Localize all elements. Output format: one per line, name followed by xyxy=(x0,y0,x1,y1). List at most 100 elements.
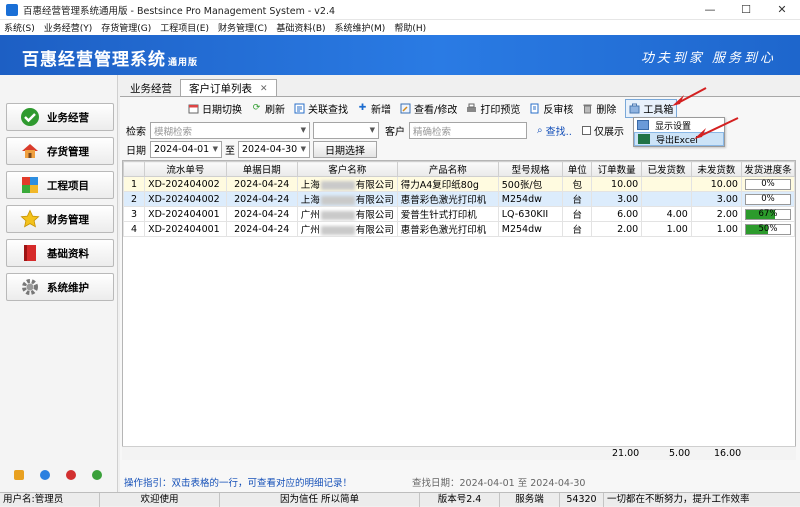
toolbox-label: 工具箱 xyxy=(643,104,674,116)
power-icon[interactable] xyxy=(66,470,76,480)
sidebar-footer-icons xyxy=(14,470,102,480)
calendar-icon xyxy=(188,103,199,114)
print-preview-button[interactable]: 打印预览 xyxy=(466,101,520,116)
table-row[interactable]: 3 XD-202404001 2024-04-24 广州 有限公司 爱普生针式打印… xyxy=(122,206,796,222)
menu-business[interactable]: 业务经营(Y) xyxy=(44,21,93,34)
note-icon[interactable] xyxy=(14,470,24,480)
title-bar: 百惠经营管理系统通用版 - Bestsince Pro Management S… xyxy=(0,0,800,20)
col-unit[interactable]: 单位 xyxy=(562,161,593,177)
menu-help[interactable]: 帮助(H) xyxy=(394,21,426,34)
globe-icon[interactable] xyxy=(92,470,102,480)
serial-no: XD-202404001 xyxy=(144,221,227,237)
sidebar-item-maintenance[interactable]: 系统维护 xyxy=(6,273,114,301)
menu-basic-data[interactable]: 基础资料(B) xyxy=(276,21,325,34)
display-settings-item[interactable]: 显示设置 xyxy=(634,118,724,132)
row-index: 2 xyxy=(122,191,146,207)
maximize-button[interactable]: ☐ xyxy=(728,0,764,20)
sidebar-item-projects[interactable]: 工程项目 xyxy=(6,171,114,199)
customer-name: 广州 有限公司 xyxy=(296,206,398,222)
doc-date: 2024-04-24 xyxy=(225,221,298,237)
menu-system[interactable]: 系统(S) xyxy=(4,21,35,34)
unshipped-qty: 10.00 xyxy=(690,176,742,192)
row-index: 4 xyxy=(122,221,146,237)
customer-prefix: 上海 xyxy=(300,195,320,206)
col-shipped[interactable]: 已发货数 xyxy=(641,161,692,177)
tab-strip: 业务经营 客户订单列表 ✕ xyxy=(122,79,277,97)
serial-no: XD-202404001 xyxy=(144,206,227,222)
export-excel-label: 导出Excel xyxy=(656,135,698,146)
unapprove-button[interactable]: 反审核 xyxy=(529,101,573,116)
col-product[interactable]: 产品名称 xyxy=(396,161,499,177)
sidebar-item-basic-data[interactable]: 基础资料 xyxy=(6,239,114,267)
view-edit-button[interactable]: 查看/修改 xyxy=(400,101,457,116)
info-icon[interactable] xyxy=(40,470,50,480)
close-button[interactable]: ✕ xyxy=(764,0,800,20)
banner-edition: 通用版 xyxy=(168,58,199,68)
check-icon xyxy=(19,106,41,128)
status-user: 用户名:管理员 xyxy=(0,493,100,507)
col-spec[interactable]: 型号规格 xyxy=(497,161,564,177)
sidebar-item-finance[interactable]: 财务管理 xyxy=(6,205,114,233)
close-icon[interactable]: ✕ xyxy=(260,84,268,94)
col-serial-no[interactable]: 流水单号 xyxy=(144,161,227,177)
find-label: 查找.. xyxy=(545,127,572,138)
menu-finance[interactable]: 财务管理(C) xyxy=(218,21,267,34)
col-doc-date[interactable]: 单据日期 xyxy=(225,161,298,177)
col-qty[interactable]: 订单数量 xyxy=(591,161,643,177)
date-switch-button[interactable]: 日期切换 xyxy=(188,101,242,116)
sidebar-item-inventory[interactable]: 存货管理 xyxy=(6,137,114,165)
linked-search-label: 关联查找 xyxy=(308,104,348,116)
tab-business[interactable]: 业务经营 xyxy=(122,79,180,97)
date-to-value: 2024-04-30 xyxy=(242,144,298,155)
customer-suffix: 有限公司 xyxy=(355,210,394,221)
show-only-checkbox[interactable]: 仅展示 xyxy=(581,123,624,138)
search-field-select[interactable]: ▼ xyxy=(313,122,379,139)
col-index[interactable] xyxy=(122,161,146,177)
date-to-picker[interactable]: 2024-04-30 ▼ xyxy=(238,141,310,158)
find-button[interactable]: ⌕ 查找.. xyxy=(537,123,572,138)
col-unshipped[interactable]: 未发货数 xyxy=(690,161,742,177)
toolbox-button[interactable]: 工具箱 xyxy=(625,98,678,118)
customer-name: 上海 有限公司 xyxy=(296,191,398,207)
export-excel-item[interactable]: 导出Excel xyxy=(634,132,724,146)
doc-date: 2024-04-24 xyxy=(225,206,298,222)
progress-cell: 0% xyxy=(740,191,796,207)
date-select-button[interactable]: 日期选择 xyxy=(313,141,377,158)
col-progress[interactable]: 发货进度条 xyxy=(740,161,796,177)
progress-label: 50% xyxy=(758,223,778,234)
customer-input[interactable]: 精确检索 xyxy=(409,122,527,139)
sidebar: 业务经营 存货管理 工程项目 财务管理 基础资料 系统维护 xyxy=(0,75,118,495)
app-banner: 百惠经营管理系统 通用版 功夫到家 服务到心 xyxy=(0,35,800,75)
table-row[interactable]: 2 XD-202404002 2024-04-24 上海 有限公司 惠普彩色激光打… xyxy=(122,191,796,207)
tab-customer-orders[interactable]: 客户订单列表 ✕ xyxy=(180,79,277,97)
date-row: 日期 2024-04-01 ▼ 至 2024-04-30 ▼ 日期选择 xyxy=(126,141,377,158)
linked-search-button[interactable]: 关联查找 xyxy=(294,101,348,116)
table-row[interactable]: 4 XD-202404001 2024-04-24 广州 有限公司 惠普彩色激光打… xyxy=(122,221,796,237)
date-from-picker[interactable]: 2024-04-01 ▼ xyxy=(150,141,222,158)
edit-icon xyxy=(400,103,411,114)
orders-table: 流水单号 单据日期 客户名称 产品名称 型号规格 单位 订单数量 已发货数 未发… xyxy=(122,160,796,458)
total-unshipped: 16.00 xyxy=(714,448,742,459)
product-name: 得力A4复印纸80g xyxy=(396,176,499,192)
menu-inventory[interactable]: 存货管理(G) xyxy=(101,21,151,34)
minimize-button[interactable]: — xyxy=(692,0,728,20)
status-bar: 用户名:管理员 欢迎使用 因为信任 所以简单 版本号2.4 服务端 54320 … xyxy=(0,492,800,507)
menu-projects[interactable]: 工程项目(E) xyxy=(160,21,209,34)
shipped-qty: 4.00 xyxy=(641,206,692,222)
date-from-value: 2024-04-01 xyxy=(154,144,210,155)
refresh-label: 刷新 xyxy=(265,104,285,116)
app-icon xyxy=(6,3,18,16)
col-customer[interactable]: 客户名称 xyxy=(296,161,398,177)
delete-button[interactable]: 删除 xyxy=(582,101,616,116)
trash-icon xyxy=(582,103,593,114)
table-row[interactable]: 1 XD-202404002 2024-04-24 上海 有限公司 得力A4复印纸… xyxy=(122,176,796,192)
refresh-button[interactable]: ⟳ 刷新 xyxy=(251,101,285,116)
progress-cell: 67% xyxy=(740,206,796,222)
product-name: 惠普彩色激光打印机 xyxy=(396,221,499,237)
add-button[interactable]: ✚ 新增 xyxy=(357,101,391,116)
menu-bar: 系统(S) 业务经营(Y) 存货管理(G) 工程项目(E) 财务管理(C) 基础… xyxy=(0,20,800,35)
date-switch-label: 日期切换 xyxy=(202,104,242,116)
search-input[interactable]: 模糊检索 ▼ xyxy=(150,122,310,139)
menu-maintenance[interactable]: 系统维护(M) xyxy=(335,21,386,34)
sidebar-item-business[interactable]: 业务经营 xyxy=(6,103,114,131)
